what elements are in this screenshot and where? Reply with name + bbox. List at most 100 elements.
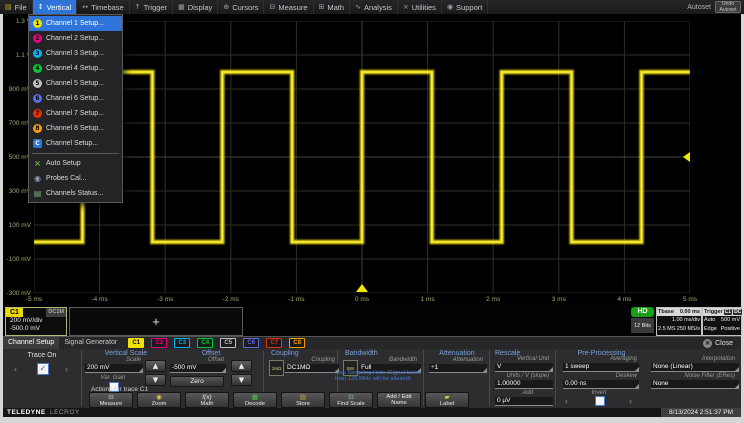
menu-item-analysis[interactable]: ∿Analysis — [350, 0, 398, 14]
vertical-menu-item-channel-2-setup[interactable]: 2Channel 2 Setup... — [29, 31, 122, 46]
menu-item-math[interactable]: ⊞Math — [314, 0, 351, 14]
offset-zero-button[interactable]: Zero — [170, 376, 224, 387]
close-button[interactable]: × Close — [703, 339, 733, 348]
add-field[interactable]: 0 µV — [495, 397, 553, 406]
menu-item-label: Channel Setup... — [46, 140, 98, 147]
vertical-menu-item-channel-8-setup[interactable]: 8Channel 8 Setup... — [29, 121, 122, 136]
channel-chip-c3[interactable]: C3 — [174, 338, 190, 348]
vertical-menu-item-probes-cal[interactable]: ◉Probes Cal... — [29, 171, 122, 186]
undo-autoset-button[interactable]: Undo Autoset — [715, 1, 741, 13]
trigger-type-row: Edge Positive — [703, 325, 741, 334]
x-axis-tick-label: 3 ms — [552, 296, 566, 303]
menu-item-measure[interactable]: ⊟Measure — [264, 0, 313, 14]
channel-chip-c8[interactable]: C8 — [289, 338, 305, 348]
units-per-v-field[interactable]: 1.00000 — [495, 380, 553, 389]
scale-field[interactable]: 200 mV — [85, 364, 143, 373]
menu-item-cursors[interactable]: ⊕Cursors — [218, 0, 264, 14]
coupling-field[interactable]: DC1MΩ — [285, 364, 339, 373]
channel-chip-c1[interactable]: C1 — [128, 338, 144, 348]
vertical-menu-item-auto-setup[interactable]: ×Auto Setup — [29, 156, 122, 171]
channel-chip-c5[interactable]: C5 — [220, 338, 236, 348]
probes-cal-icon: ◉ — [33, 174, 42, 183]
section-divider — [555, 350, 556, 406]
preprocessing-next-arrow[interactable]: › — [629, 397, 632, 406]
offset-down-button[interactable]: ▼ — [231, 374, 252, 386]
averaging-field[interactable]: 1 sweep — [563, 363, 639, 372]
deskew-field[interactable]: 0.00 ns — [563, 380, 639, 389]
menu-item-trigger[interactable]: ↑Trigger — [130, 0, 173, 14]
brand-lecroy: LECROY — [50, 409, 80, 416]
trigger-header: Trigger C1 DC — [703, 308, 741, 316]
vertical-menu-item-channel-1-setup[interactable]: 1Channel 1 Setup... — [29, 16, 122, 31]
timebase-descriptor[interactable]: Tbase 0.00 ms 1.00 ms/div 2.5 MS 250 MS/… — [656, 307, 702, 336]
menu-item-display[interactable]: ▦Display — [173, 0, 218, 14]
autoset-label[interactable]: Autoset — [687, 4, 711, 11]
menu-item-label: Channel 1 Setup... — [46, 20, 104, 27]
trigger-mode-row: Auto 500 mV — [703, 316, 741, 325]
vertical-unit-field[interactable]: V — [495, 363, 553, 372]
vertical-menu-item-channel-4-setup[interactable]: 4Channel 4 Setup... — [29, 61, 122, 76]
channel-setup-icon: C — [33, 139, 42, 148]
channel-chip-c7[interactable]: C7 — [266, 338, 282, 348]
acquisition-mode-descriptor[interactable]: HD 12 Bits — [631, 307, 654, 334]
vertical-menu-item-channel-7-setup[interactable]: 7Channel 7 Setup... — [29, 106, 122, 121]
interpolation-field[interactable]: None (Linear) — [651, 363, 739, 372]
y-axis-tick-label: 700 mV — [3, 120, 31, 127]
next-trace-arrow[interactable]: › — [65, 365, 68, 374]
vertical-menu-item-channel-setup[interactable]: C Channel Setup... — [29, 136, 122, 151]
channel-6-icon: 6 — [33, 94, 42, 103]
scale-label: Scale — [85, 357, 141, 364]
channel-4-icon: 4 — [33, 64, 42, 73]
trace-on-checkbox[interactable]: ✓ — [37, 363, 49, 375]
y-axis-tick-label: 100 mV — [3, 222, 31, 229]
menu-item-support[interactable]: ◉Support — [442, 0, 488, 14]
math-fx-icon: f(x) — [202, 394, 211, 401]
invert-checkbox[interactable] — [595, 396, 605, 406]
attenuation-field[interactable]: ÷1 — [429, 364, 487, 373]
action-zoom-button[interactable]: ◉Zoom — [137, 392, 181, 408]
vertical-menu-item-channel-6-setup[interactable]: 6Channel 6 Setup... — [29, 91, 122, 106]
menu-item-vertical[interactable]: ↕Vertical — [33, 0, 77, 14]
channel-chip-c6[interactable]: C6 — [243, 338, 259, 348]
scale-down-button[interactable]: ▼ — [145, 374, 166, 386]
noise-filter-field[interactable]: None — [651, 380, 739, 389]
action-math-button[interactable]: f(x)Math — [185, 392, 229, 408]
channel-chip-c2[interactable]: C2 — [151, 338, 167, 348]
preprocessing-prev-arrow[interactable]: ‹ — [565, 397, 568, 406]
action-measure-button[interactable]: ⊟Measure — [89, 392, 133, 408]
trigger-position-marker[interactable] — [356, 284, 368, 292]
menu-item-file[interactable]: ▤File — [0, 0, 33, 14]
action-decode-button[interactable]: ▦Decode — [233, 392, 277, 408]
action-store-button[interactable]: ▤Store — [281, 392, 325, 408]
menu-item-label: Channel 2 Setup... — [46, 35, 104, 42]
offset-field[interactable]: -500 mV — [170, 364, 226, 373]
prev-trace-arrow[interactable]: ‹ — [14, 365, 17, 374]
vertical-menu-item-channels-status[interactable]: ▤Channels Status... — [29, 186, 122, 201]
trigger-slope: Positive — [721, 325, 740, 334]
c1-coupling-badge: DC1M — [46, 308, 66, 317]
trigger-level-marker[interactable] — [683, 152, 690, 162]
teledyne-lecroy-logo: TELEDYNE LECROY — [7, 409, 80, 416]
math-icon: ⊞ — [319, 4, 325, 11]
y-axis-tick-label: -100 mV — [3, 256, 31, 263]
channel-8-icon: 8 — [33, 124, 42, 133]
menu-item-timebase[interactable]: ↔Timebase — [77, 0, 130, 14]
brand-teledyne: TELEDYNE — [7, 409, 46, 416]
menu-item-utilities[interactable]: ×Utilities — [398, 0, 442, 14]
scale-up-button[interactable]: ▲ — [145, 360, 166, 372]
action-find-scale-button[interactable]: ⊡Find Scale — [329, 392, 373, 408]
menu-item-label: Measure — [278, 3, 307, 12]
channel-chip-c4[interactable]: C4 — [197, 338, 213, 348]
menu-item-label: Math — [327, 3, 344, 12]
action-add-edit-name-button[interactable]: Add / Edit Name — [377, 392, 421, 408]
tab-signal-generator[interactable]: Signal Generator — [59, 337, 122, 349]
vertical-menu-item-channel-5-setup[interactable]: 5Channel 5 Setup... — [29, 76, 122, 91]
vertical-menu-item-channel-3-setup[interactable]: 3Channel 3 Setup... — [29, 46, 122, 61]
action-label-button[interactable]: ▰Label — [425, 392, 469, 408]
channel-c1-descriptor[interactable]: C1 DC1M 200 mV/div -500.0 mV — [5, 307, 67, 336]
trigger-descriptor[interactable]: Trigger C1 DC Auto 500 mV Edge Positive — [702, 307, 742, 336]
add-trace-box[interactable]: + — [69, 307, 243, 336]
tab-channel-setup[interactable]: Channel Setup — [3, 337, 59, 349]
offset-up-button[interactable]: ▲ — [231, 360, 252, 372]
units-per-v-label: Units / V (slope) — [493, 373, 549, 380]
